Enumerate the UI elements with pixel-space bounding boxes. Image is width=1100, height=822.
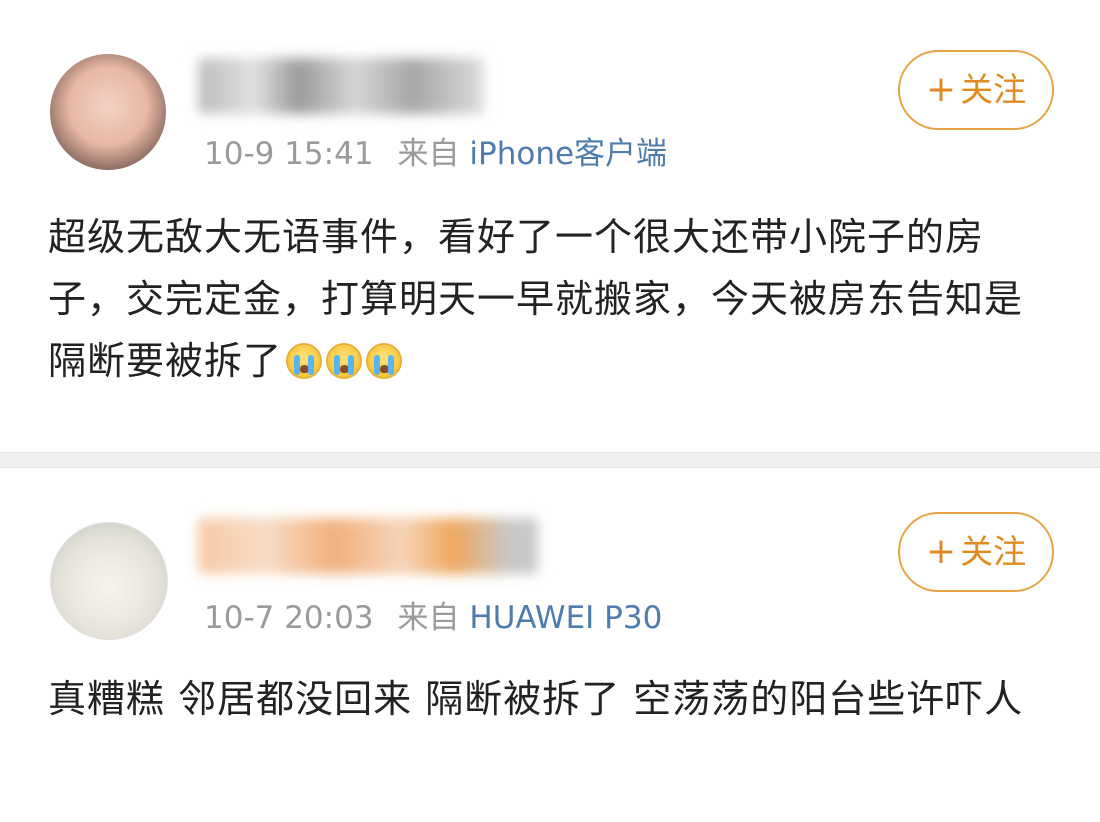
avatar[interactable]	[50, 522, 168, 640]
source-link[interactable]: HUAWEI P30	[469, 600, 662, 636]
post-content: 真糟糕 邻居都没回来 隔断被拆了 空荡荡的阳台些许吓人	[48, 668, 1048, 730]
post-divider	[0, 452, 1100, 468]
crying-face-icon	[286, 343, 323, 379]
plus-icon: +	[925, 531, 957, 572]
weibo-post: 10-9 15:41 来自 iPhone客户端 + 关注 超级无敌大无语事件，看好了…	[0, 0, 1100, 452]
follow-label: 关注	[960, 532, 1027, 571]
post-text: 超级无敌大无语事件，看好了一个很大还带小院子的房子，交完定金，打算明天一早就搬家…	[48, 215, 1024, 383]
post-time: 10-9 15:41	[204, 136, 374, 172]
post-meta: 10-7 20:03 来自 HUAWEI P30	[204, 592, 662, 637]
follow-button[interactable]: + 关注	[898, 512, 1054, 592]
from-label: 来自	[397, 600, 460, 636]
username-blurred[interactable]	[198, 518, 538, 574]
plus-icon: +	[925, 69, 957, 110]
post-text: 真糟糕 邻居都没回来 隔断被拆了 空荡荡的阳台些许吓人	[48, 677, 1024, 721]
from-label: 来自	[397, 136, 460, 172]
post-meta: 10-9 15:41 来自 iPhone客户端	[204, 128, 667, 173]
crying-face-icon	[326, 343, 363, 379]
username-blurred[interactable]	[198, 58, 484, 114]
post-time: 10-7 20:03	[204, 600, 374, 636]
follow-label: 关注	[960, 70, 1027, 109]
follow-button[interactable]: + 关注	[898, 50, 1054, 130]
source-link[interactable]: iPhone客户端	[469, 136, 667, 172]
avatar[interactable]	[50, 54, 166, 170]
post-content: 超级无敌大无语事件，看好了一个很大还带小院子的房子，交完定金，打算明天一早就搬家…	[48, 206, 1048, 392]
crying-face-icon	[366, 343, 403, 379]
weibo-post: + 关注 10-7 20:03 来自 HUAWEI P30 真糟糕 邻居都没回来 隔…	[0, 468, 1100, 822]
